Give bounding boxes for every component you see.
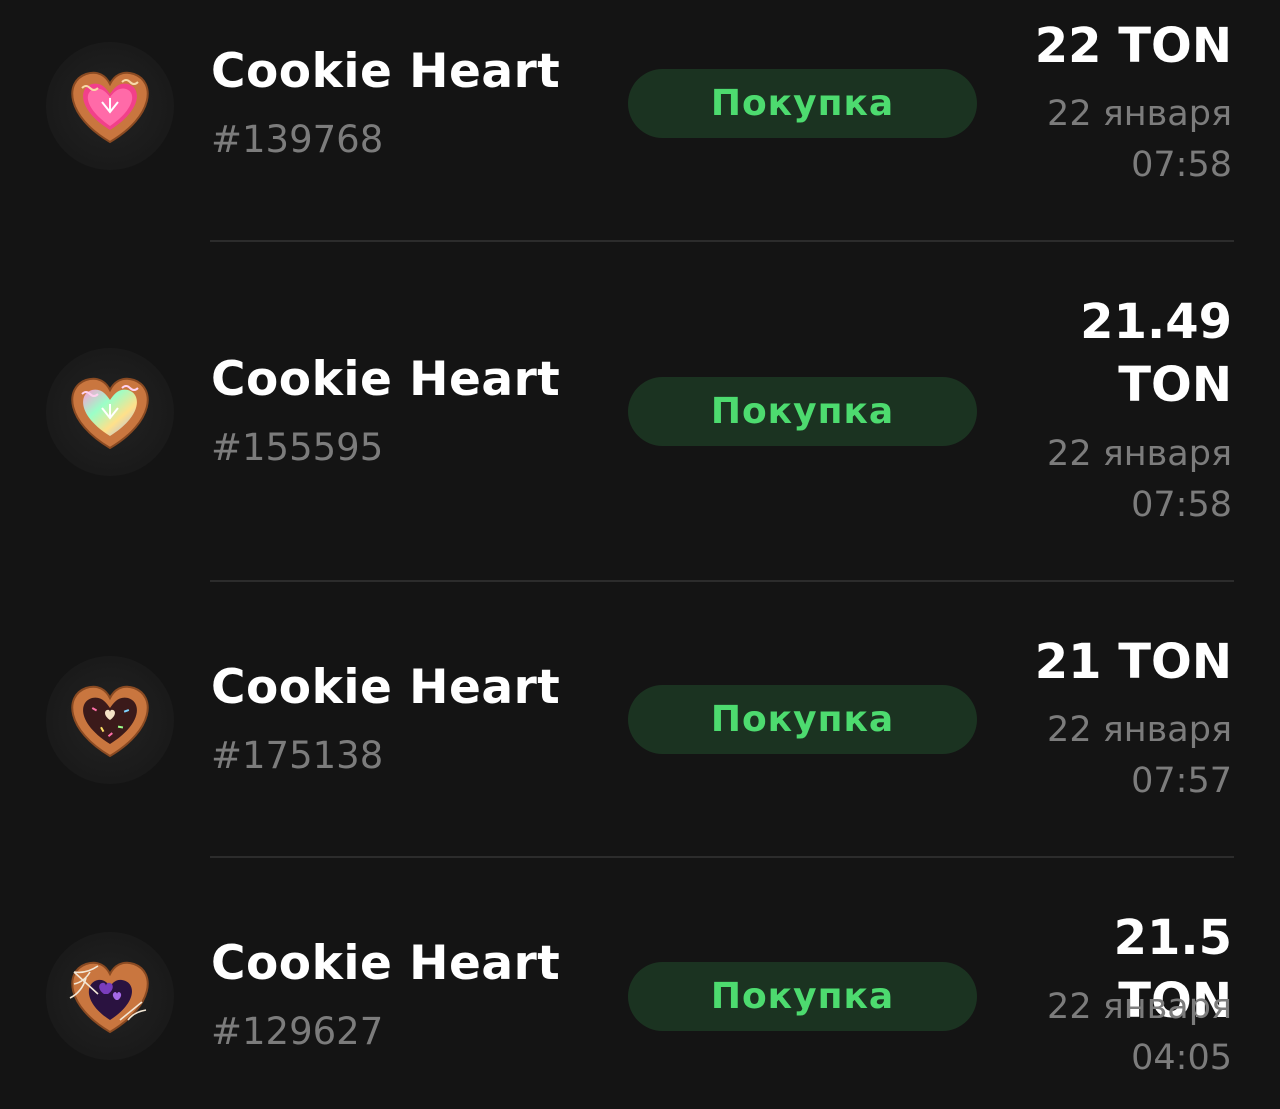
purchase-date-time: 07:57 xyxy=(1131,761,1232,801)
purchase-action-label: Покупка xyxy=(710,699,895,740)
gift-number: #175138 xyxy=(211,734,384,777)
cookie-heart-web-icon xyxy=(46,932,174,1060)
purchase-date-time: 04:05 xyxy=(1131,1038,1232,1078)
purchase-action-label: Покупка xyxy=(710,83,895,124)
purchase-date-day: 22 января xyxy=(1047,94,1232,134)
cookie-heart-iridescent-icon xyxy=(46,348,174,476)
purchase-date: 22 января 07:57 xyxy=(1047,705,1232,807)
price: 22 TON xyxy=(1034,18,1232,74)
purchase-date-time: 07:58 xyxy=(1131,485,1232,525)
gift-name: Cookie Heart xyxy=(211,44,561,99)
gift-name: Cookie Heart xyxy=(211,352,561,407)
gift-name: Cookie Heart xyxy=(211,936,561,991)
purchase-history-list: Cookie Heart #139768 Покупка 22 TON 22 я… xyxy=(0,0,1280,1109)
purchase-action-button[interactable]: Покупка xyxy=(628,69,977,138)
gift-name: Cookie Heart xyxy=(211,660,561,715)
gift-number: #155595 xyxy=(211,426,384,469)
row-divider xyxy=(210,240,1234,242)
purchase-date: 22 января 04:05 xyxy=(1047,982,1232,1084)
purchase-action-button[interactable]: Покупка xyxy=(628,962,977,1031)
purchase-action-button[interactable]: Покупка xyxy=(628,685,977,754)
purchase-date: 22 января 07:58 xyxy=(1047,429,1232,531)
cookie-heart-pink-icon xyxy=(46,42,174,170)
purchase-action-label: Покупка xyxy=(710,391,895,432)
cookie-heart-chocolate-icon xyxy=(46,656,174,784)
price: 21.49 TON xyxy=(1080,294,1232,413)
gift-number: #139768 xyxy=(211,118,384,161)
gift-number: #129627 xyxy=(211,1010,384,1053)
purchase-date-day: 22 января xyxy=(1047,434,1232,474)
row-divider xyxy=(210,856,1234,858)
purchase-date-day: 22 января xyxy=(1047,987,1232,1027)
purchase-date-time: 07:58 xyxy=(1131,145,1232,185)
purchase-date-day: 22 января xyxy=(1047,710,1232,750)
purchase-action-button[interactable]: Покупка xyxy=(628,377,977,446)
purchase-action-label: Покупка xyxy=(710,976,895,1017)
purchase-date: 22 января 07:58 xyxy=(1047,89,1232,191)
price: 21 TON xyxy=(1034,634,1232,690)
row-divider xyxy=(210,580,1234,582)
